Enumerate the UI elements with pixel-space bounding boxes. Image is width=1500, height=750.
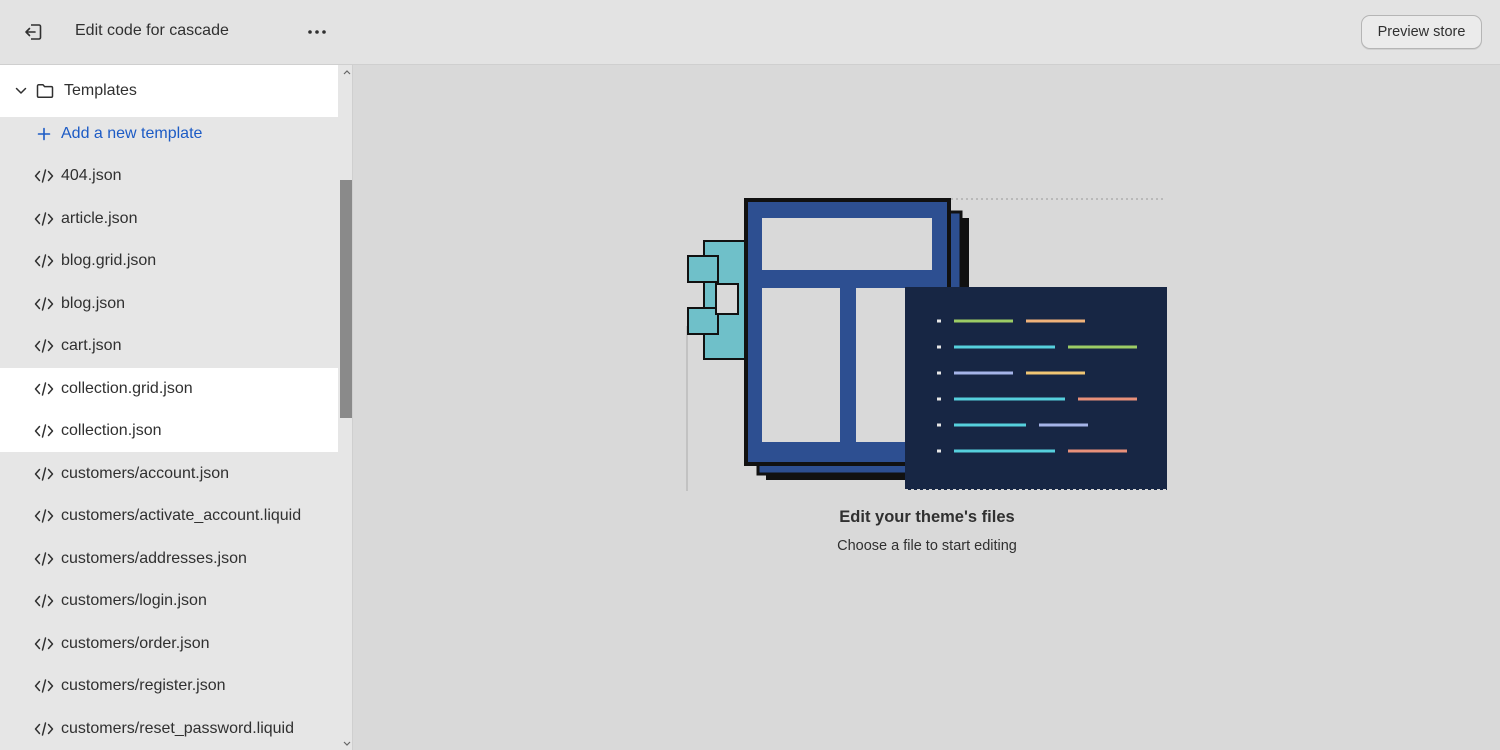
code-icon <box>33 590 55 612</box>
code-icon <box>33 335 55 357</box>
file-label: customers/activate_account.liquid <box>61 507 302 524</box>
code-icon <box>33 165 55 187</box>
file-item[interactable]: article.json <box>0 198 338 240</box>
file-label: blog.grid.json <box>61 252 157 269</box>
file-label: cart.json <box>61 337 122 354</box>
file-label: customers/addresses.json <box>61 549 247 567</box>
folder-templates[interactable]: Templates <box>0 65 338 117</box>
editor-area <box>354 66 1500 750</box>
code-icon <box>33 293 55 315</box>
file-item[interactable]: customers/activate_account.liquid <box>0 495 338 537</box>
exit-icon <box>25 24 42 40</box>
code-icon <box>33 548 55 570</box>
chevron-down-icon <box>12 87 30 95</box>
folder-label: Templates <box>64 82 137 99</box>
add-template-link[interactable]: Add a new template <box>0 113 338 155</box>
file-item[interactable]: blog.json <box>0 283 338 325</box>
file-label: blog.json <box>61 294 126 312</box>
folder-icon <box>34 80 56 102</box>
code-icon <box>33 633 55 655</box>
file-item[interactable]: customers/reset_password.liquid <box>0 708 338 750</box>
code-icon <box>33 420 55 442</box>
empty-state-subtitle: Choose a file to start editing <box>837 538 1017 554</box>
preview-store-button[interactable]: Preview store <box>1361 15 1482 49</box>
theme-files-illustration <box>686 198 1167 491</box>
file-item[interactable]: customers/account.json <box>0 453 338 495</box>
file-label: customers/account.json <box>61 464 230 482</box>
file-item[interactable]: customers/order.json <box>0 623 338 665</box>
code-icon <box>33 718 55 740</box>
exit-button[interactable] <box>16 16 50 48</box>
code-icon <box>33 675 55 697</box>
more-actions-button[interactable] <box>300 16 334 48</box>
empty-state-title: Edit your theme's files <box>839 508 1015 526</box>
plus-icon <box>33 123 55 145</box>
file-item[interactable]: cart.json <box>0 325 338 367</box>
file-item[interactable]: collection.grid.json <box>0 367 338 410</box>
file-label: collection.json <box>61 422 162 439</box>
file-item[interactable]: blog.grid.json <box>0 240 338 282</box>
code-icon <box>33 208 55 230</box>
file-item[interactable]: customers/login.json <box>0 580 338 622</box>
file-item[interactable]: 404.json <box>0 155 338 197</box>
file-label: article.json <box>61 209 138 227</box>
scroll-down-arrow[interactable] <box>340 737 352 749</box>
file-label: 404.json <box>61 167 122 184</box>
scroll-up-arrow[interactable] <box>340 66 352 78</box>
code-icon <box>33 463 55 485</box>
add-template-label: Add a new template <box>61 125 203 142</box>
file-item[interactable]: collection.json <box>0 410 338 452</box>
file-item[interactable]: customers/addresses.json <box>0 538 338 580</box>
file-label: customers/register.json <box>61 677 226 694</box>
file-label: customers/login.json <box>61 592 207 609</box>
top-bar: Edit code for cascade Preview store <box>0 0 1500 65</box>
page-title: Edit code for cascade <box>75 22 229 39</box>
file-sidebar: Templates Add a new template 404.json art… <box>0 65 353 750</box>
code-icon <box>33 250 55 272</box>
code-icon <box>33 378 55 400</box>
file-label: collection.grid.json <box>61 379 193 397</box>
file-item[interactable]: customers/register.json <box>0 665 338 707</box>
file-label: customers/order.json <box>61 634 210 652</box>
ellipsis-icon <box>308 30 326 34</box>
code-icon <box>33 505 55 527</box>
scrollbar-thumb[interactable] <box>340 180 352 418</box>
file-label: customers/reset_password.liquid <box>61 719 294 737</box>
